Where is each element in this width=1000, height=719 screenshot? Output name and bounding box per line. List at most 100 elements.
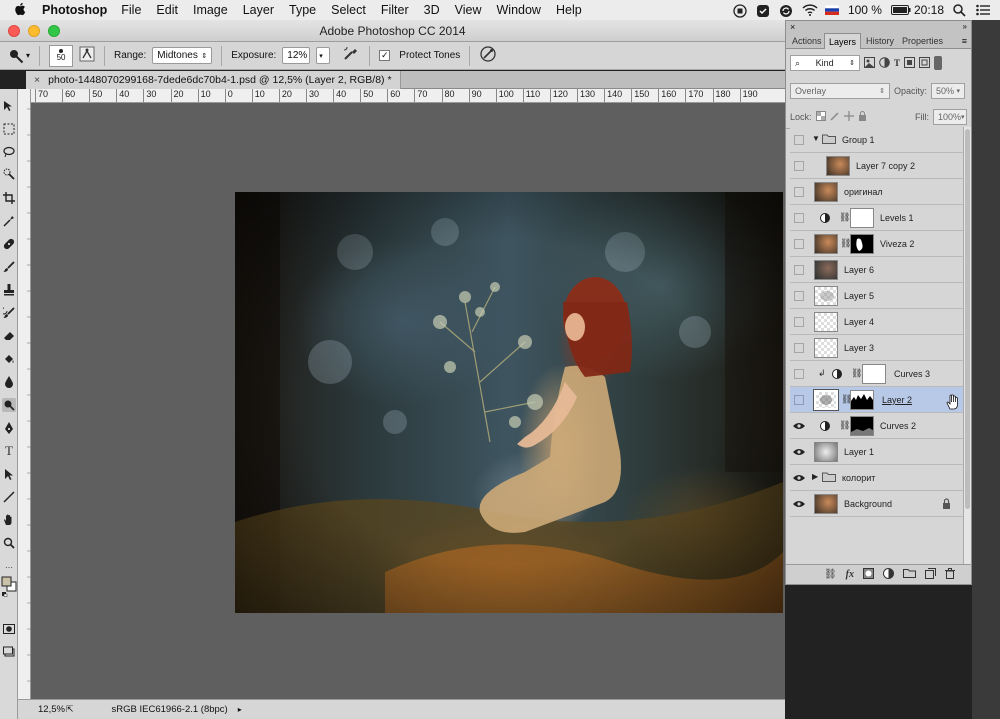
hand-tool-icon[interactable] (2, 513, 16, 527)
filter-shape-icon[interactable] (904, 56, 916, 70)
menu-view[interactable]: View (455, 3, 482, 17)
filter-pixel-icon[interactable] (864, 56, 875, 70)
layer-row-background[interactable]: Background (790, 491, 963, 517)
menu-window[interactable]: Window (497, 3, 541, 17)
healing-brush-tool-icon[interactable] (2, 237, 16, 251)
app-name-menu[interactable]: Photoshop (42, 3, 107, 17)
history-brush-tool-icon[interactable] (2, 306, 16, 320)
zoom-level[interactable]: 12,5% (18, 704, 65, 715)
canvas-area[interactable] (31, 103, 785, 699)
visibility-toggle[interactable] (794, 135, 804, 145)
sync-icon[interactable] (779, 4, 793, 17)
window-titlebar[interactable]: Adobe Photoshop CC 2014 (0, 20, 785, 42)
group-expand-arrow-icon[interactable]: ▼ (812, 134, 820, 143)
close-tab-icon[interactable]: × (34, 74, 40, 86)
layer-row-layer-2[interactable]: ⛓ Layer 2 (790, 387, 963, 413)
eyedropper-tool-icon[interactable] (2, 214, 16, 228)
blur-tool-icon[interactable] (2, 375, 16, 389)
new-adjustment-layer-icon[interactable] (883, 567, 894, 582)
crop-tool-icon[interactable] (2, 191, 16, 205)
layer-mask-thumbnail[interactable] (862, 364, 886, 384)
visibility-toggle[interactable] (794, 291, 804, 301)
new-layer-icon[interactable] (925, 567, 936, 582)
range-select[interactable]: Midtones ⇕ (152, 47, 213, 64)
scrollbar-thumb[interactable] (965, 129, 970, 509)
exposure-input[interactable]: 12% (282, 47, 311, 64)
zoom-tool-icon[interactable] (2, 536, 16, 550)
mask-link-icon[interactable]: ⛓ (851, 368, 862, 379)
layer-mask-thumbnail[interactable] (850, 234, 874, 254)
visibility-toggle[interactable] (794, 395, 804, 405)
filter-toggle-icon[interactable] (934, 56, 943, 70)
color-swatches[interactable] (1, 573, 17, 597)
path-selection-tool-icon[interactable] (2, 467, 16, 481)
dodge-tool-icon[interactable] (2, 398, 16, 412)
status-menu-arrow-icon[interactable]: ▸ (238, 705, 242, 714)
eraser-tool-icon[interactable] (2, 329, 16, 343)
visibility-toggle[interactable] (794, 213, 804, 223)
clone-stamp-tool-icon[interactable] (2, 283, 16, 297)
filter-type-icon[interactable]: T (894, 58, 900, 68)
visibility-toggle[interactable] (794, 343, 804, 353)
visibility-toggle[interactable] (794, 239, 804, 249)
menu-select[interactable]: Select (331, 3, 366, 17)
document-image[interactable] (235, 192, 783, 613)
wifi-icon[interactable] (802, 4, 818, 16)
layer-row-layer-6[interactable]: Layer 6 (790, 257, 963, 283)
visibility-toggle[interactable] (794, 317, 804, 327)
language-flag-icon[interactable] (824, 4, 840, 16)
airbrush-icon[interactable] (342, 46, 360, 65)
layer-row-layer-1[interactable]: Layer 1 (790, 439, 963, 465)
zoom-window-button[interactable] (48, 25, 60, 37)
brush-size-picker[interactable]: 50 (49, 44, 74, 67)
blend-mode-select[interactable]: Overlay ⇕ (790, 83, 890, 99)
layer-row-layer-4[interactable]: Layer 4 (790, 309, 963, 335)
tab-history[interactable]: History (862, 33, 898, 49)
brush-tool-icon[interactable] (2, 260, 16, 274)
filter-smart-object-icon[interactable] (919, 56, 931, 70)
mask-link-icon[interactable]: ⛓ (839, 212, 850, 223)
layer-row-layer-5[interactable]: Layer 5 (790, 283, 963, 309)
menu-help[interactable]: Help (556, 3, 582, 17)
spotlight-search-icon[interactable] (953, 4, 967, 17)
protect-tones-checkbox[interactable]: ✓ (379, 50, 391, 61)
layer-row-kolorit-group[interactable]: ▶ колорит (790, 465, 963, 491)
lock-all-icon[interactable] (858, 110, 867, 123)
layer-mask-thumbnail[interactable] (850, 390, 874, 410)
lock-position-icon[interactable] (843, 110, 854, 123)
marquee-tool-icon[interactable] (2, 122, 16, 136)
add-mask-icon[interactable] (863, 567, 874, 582)
menu-file[interactable]: File (121, 3, 141, 17)
battery-icon[interactable] (890, 4, 911, 16)
opacity-input[interactable]: 50% ▾ (931, 83, 966, 99)
move-tool-icon[interactable] (2, 99, 16, 113)
layer-row-original[interactable]: оригинал (790, 179, 963, 205)
layer-row-levels-1[interactable]: ⛓ Levels 1 (790, 205, 963, 231)
quick-mask-icon[interactable] (2, 622, 16, 636)
layer-row-curves-2[interactable]: ⛓ Curves 2 (790, 413, 963, 439)
new-group-icon[interactable] (903, 568, 916, 581)
notification-center-icon[interactable] (976, 4, 990, 16)
pressure-size-icon[interactable] (479, 45, 497, 66)
lock-transparency-icon[interactable] (815, 110, 826, 123)
visibility-toggle[interactable] (794, 369, 804, 379)
eye-visible-icon[interactable] (792, 471, 806, 485)
visibility-toggle[interactable] (794, 187, 804, 197)
layer-style-fx-icon[interactable]: fx (846, 569, 854, 580)
panel-close-icon[interactable]: × (790, 22, 795, 32)
fill-input[interactable]: 100% ▾ (933, 108, 967, 125)
filter-kind-select[interactable]: ⌕ Kind ⇕ (790, 55, 860, 71)
lock-pixels-icon[interactable] (829, 111, 840, 123)
panel-collapse-icon[interactable]: » (963, 22, 967, 31)
close-window-button[interactable] (8, 25, 20, 37)
mask-link-icon[interactable]: ⛓ (839, 420, 850, 431)
eye-visible-icon[interactable] (792, 497, 806, 511)
menu-edit[interactable]: Edit (156, 3, 178, 17)
layers-scrollbar[interactable] (963, 127, 971, 567)
brush-panel-toggle-icon[interactable] (79, 46, 95, 65)
menu-image[interactable]: Image (193, 3, 228, 17)
tab-actions[interactable]: Actions (788, 33, 826, 49)
filter-adjustment-icon[interactable] (879, 56, 890, 70)
layer-row-layer-7-copy-2[interactable]: Layer 7 copy 2 (790, 153, 963, 179)
layer-mask-thumbnail[interactable] (850, 208, 874, 228)
